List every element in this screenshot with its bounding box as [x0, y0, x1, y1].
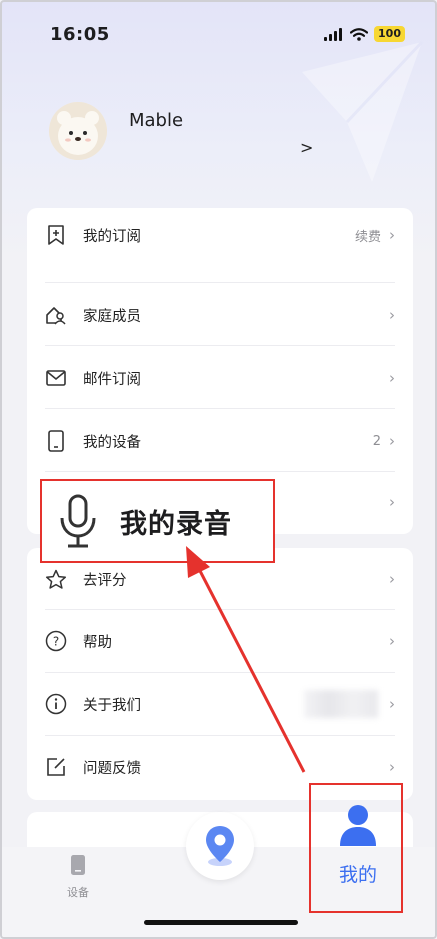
menu-item-devices[interactable]: 我的设备 2 ›	[45, 430, 395, 452]
chevron-right-icon: ›	[389, 632, 395, 650]
divider	[45, 408, 395, 409]
menu-item-label: 我的设备	[83, 434, 141, 451]
menu-item-label: 问题反馈	[83, 760, 141, 777]
tab-device-label: 设备	[67, 886, 89, 899]
mail-icon	[45, 367, 67, 389]
chevron-right-icon: ›	[389, 369, 395, 387]
device-count: 2	[372, 433, 381, 449]
blurred-version-text	[304, 690, 378, 718]
app-screen: 16:05 100 Mable > 我的订阅 续费 › 家庭成员 › 邮件订阅 …	[0, 0, 437, 939]
profile-chevron-icon[interactable]: >	[300, 138, 313, 157]
username[interactable]: Mable	[129, 110, 183, 131]
menu-item-subscription[interactable]: 我的订阅 续费 ›	[45, 224, 395, 246]
divider	[45, 282, 395, 283]
menu-item-rate[interactable]: 去评分 ›	[45, 568, 395, 590]
menu-item-label: 帮助	[83, 634, 112, 651]
bookmark-plus-icon	[45, 224, 67, 246]
chevron-right-icon: ›	[389, 695, 395, 713]
menu-item-label: 家庭成员	[83, 308, 141, 325]
menu-item-label: 邮件订阅	[83, 371, 141, 388]
location-pin-icon	[206, 826, 234, 866]
menu-card-general: 去评分 › ? 帮助 › 关于我们 › 问题反馈 ›	[27, 548, 413, 800]
bear-avatar-icon	[49, 102, 107, 160]
avatar[interactable]	[49, 102, 107, 160]
renew-link[interactable]: 续费	[355, 226, 381, 245]
battery-indicator: 100	[374, 26, 405, 42]
menu-item-family[interactable]: 家庭成员 ›	[45, 304, 395, 326]
signal-icon	[324, 27, 343, 41]
tab-device[interactable]: 设备	[58, 854, 98, 900]
feedback-icon	[45, 756, 67, 778]
chevron-right-icon: ›	[389, 306, 395, 324]
menu-item-help[interactable]: ? 帮助 ›	[45, 630, 395, 652]
status-time: 16:05	[50, 24, 110, 45]
divider	[45, 471, 395, 472]
device-icon	[45, 430, 67, 452]
wifi-icon	[350, 27, 369, 41]
microphone-icon	[60, 494, 96, 548]
highlight-box-mine-tab	[309, 783, 403, 913]
chevron-right-icon: ›	[389, 758, 395, 776]
status-icons: 100	[324, 26, 405, 42]
info-icon	[45, 693, 67, 715]
chevron-right-icon: ›	[389, 226, 395, 244]
chevron-right-icon: ›	[389, 493, 395, 511]
divider	[45, 672, 395, 673]
chevron-right-icon: ›	[389, 570, 395, 588]
menu-item-label: 我的订阅	[83, 228, 141, 245]
recordings-callout[interactable]: 我的录音	[40, 479, 275, 563]
menu-item-label: 关于我们	[83, 697, 141, 714]
divider	[45, 609, 395, 610]
device-icon	[71, 855, 85, 875]
svg-text:?: ?	[53, 635, 59, 649]
menu-item-label: 去评分	[83, 572, 127, 589]
chevron-right-icon: ›	[389, 432, 395, 450]
menu-item-feedback[interactable]: 问题反馈 ›	[45, 756, 395, 778]
help-icon: ?	[45, 630, 67, 652]
menu-item-email[interactable]: 邮件订阅 ›	[45, 367, 395, 389]
divider	[45, 735, 395, 736]
decorative-arrow-icon	[302, 40, 424, 182]
map-button[interactable]	[186, 812, 254, 880]
family-icon	[45, 304, 67, 326]
star-icon	[45, 568, 67, 590]
divider	[45, 345, 395, 346]
callout-label: 我的录音	[120, 508, 232, 540]
home-indicator	[144, 920, 298, 925]
